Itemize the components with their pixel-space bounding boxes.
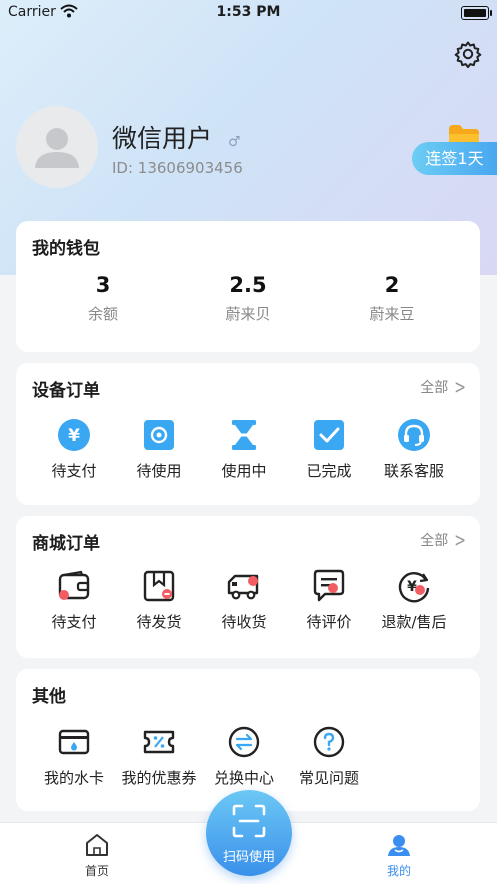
scan-icon [232, 804, 266, 842]
wallet-nio-bei[interactable]: 2.5 蔚来贝 [178, 273, 318, 324]
other-label: 我的优惠券 [121, 769, 197, 787]
wallet-icon [56, 568, 92, 604]
user-name: 微信用户 [112, 124, 213, 153]
wallet-card: 我的钱包 3 余额 2.5 蔚来贝 2 蔚来豆 [16, 221, 480, 352]
device-order-label: 联系客服 [383, 462, 444, 480]
mall-orders-all-link[interactable]: 全部 > [420, 529, 466, 553]
other-label: 兑换中心 [213, 769, 274, 787]
wallet-nio-dou-value: 2 [384, 273, 400, 297]
mall-order-to-review[interactable]: 待评价 [284, 568, 374, 632]
yen-coin-icon: ¥ [56, 417, 92, 453]
chevron-right-icon: > [454, 529, 466, 553]
device-order-pending-payment[interactable]: ¥ 待支付 [29, 417, 119, 481]
device-orders-all-label: 全部 [420, 380, 449, 396]
status-time: 1:53 PM [216, 4, 281, 20]
wallet-nio-dou-label: 蔚来豆 [369, 305, 415, 323]
mall-orders-all-label: 全部 [420, 533, 449, 549]
other-label: 我的水卡 [43, 769, 104, 787]
mall-order-label: 待支付 [51, 613, 97, 631]
hourglass-icon [226, 417, 262, 453]
status-bar: Carrier 1:53 PM [0, 0, 497, 26]
device-orders-all-link[interactable]: 全部 > [420, 376, 466, 400]
coupon-icon [141, 724, 177, 760]
mall-order-label: 待发货 [136, 613, 182, 631]
wallet-nio-bei-value: 2.5 [229, 273, 267, 297]
wallet-balance[interactable]: 3 余额 [33, 273, 173, 324]
my-water-card[interactable]: 我的水卡 [29, 724, 119, 788]
check-icon [311, 417, 347, 453]
svg-text:¥: ¥ [68, 426, 80, 446]
settings-gear-icon[interactable] [454, 40, 482, 69]
tab-mine[interactable]: 我的 [359, 833, 439, 879]
other-label: 常见问题 [298, 769, 359, 787]
headset-icon [396, 417, 432, 453]
mall-order-pending-payment[interactable]: 待支付 [29, 568, 119, 632]
device-order-label: 待使用 [136, 462, 182, 480]
package-icon [141, 568, 177, 604]
tab-mine-label: 我的 [386, 864, 411, 878]
mall-order-refund[interactable]: ¥ 退款/售后 [369, 568, 459, 632]
svg-text:¥: ¥ [407, 579, 417, 595]
my-coupons[interactable]: 我的优惠券 [114, 724, 204, 788]
wallet-title: 我的钱包 [32, 239, 100, 259]
scan-to-use-button[interactable]: 扫码使用 [206, 790, 292, 876]
user-icon [359, 833, 439, 860]
home-icon [57, 833, 137, 860]
mall-orders-title: 商城订单 [32, 534, 100, 554]
mall-orders-card: 商城订单 全部 > 待支付 待发货 待收货 待评价 ¥ 退款/售后 [16, 516, 480, 658]
mall-order-label: 待收货 [221, 613, 267, 631]
refund-icon: ¥ [396, 568, 432, 604]
exchange-icon [226, 724, 262, 760]
battery-icon [461, 6, 492, 20]
wallet-nio-bei-label: 蔚来贝 [225, 305, 271, 323]
wallet-balance-label: 余额 [87, 305, 118, 323]
sign-in-streak-button[interactable]: 连签1天 [412, 142, 497, 175]
flower-icon [141, 417, 177, 453]
chevron-right-icon: > [454, 376, 466, 400]
faq[interactable]: 常见问题 [284, 724, 374, 788]
question-icon [311, 724, 347, 760]
device-order-label: 使用中 [221, 462, 267, 480]
others-title: 其他 [32, 687, 66, 707]
mall-order-label: 退款/售后 [381, 613, 447, 631]
wallet-nio-dou[interactable]: 2 蔚来豆 [322, 273, 462, 324]
gender-male-icon: ♂ [228, 134, 241, 150]
device-orders-title: 设备订单 [32, 381, 100, 401]
truck-icon [226, 568, 262, 604]
device-order-in-use[interactable]: 使用中 [199, 417, 289, 481]
device-order-label: 已完成 [306, 462, 352, 480]
card-icon [56, 724, 92, 760]
scan-label: 扫码使用 [222, 850, 275, 865]
mall-order-to-receive[interactable]: 待收货 [199, 568, 289, 632]
wallet-balance-value: 3 [95, 273, 111, 297]
avatar[interactable] [16, 106, 98, 188]
user-id: ID: 13606903456 [112, 159, 243, 177]
device-order-to-use[interactable]: 待使用 [114, 417, 204, 481]
device-order-label: 待支付 [51, 462, 97, 480]
device-order-completed[interactable]: 已完成 [284, 417, 374, 481]
tab-home[interactable]: 首页 [57, 833, 137, 879]
mall-order-label: 待评价 [306, 613, 352, 631]
device-orders-card: 设备订单 全部 > ¥ 待支付 待使用 使用中 已完成 联系客服 [16, 363, 480, 505]
tab-home-label: 首页 [84, 864, 109, 878]
mall-order-to-ship[interactable]: 待发货 [114, 568, 204, 632]
contact-customer-service[interactable]: 联系客服 [369, 417, 459, 481]
comment-icon [311, 568, 347, 604]
exchange-center[interactable]: 兑换中心 [199, 724, 289, 788]
